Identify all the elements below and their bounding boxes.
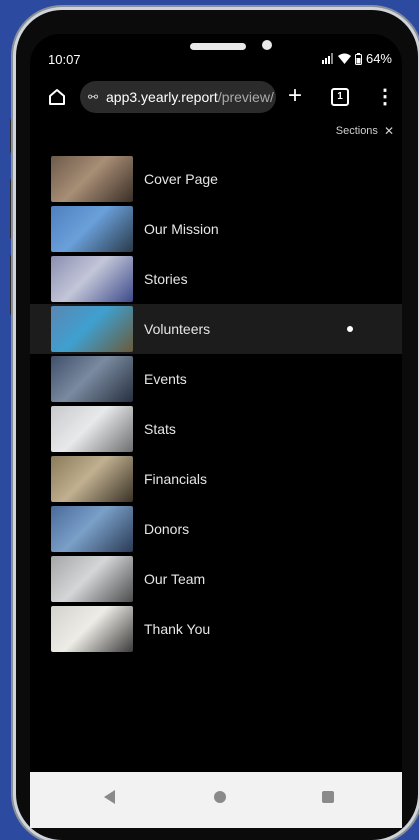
section-item[interactable]: Stats — [30, 404, 402, 454]
wifi-icon — [337, 53, 351, 64]
status-bar: 10:07 64% — [30, 34, 402, 74]
more-menu-icon[interactable]: ⋮ — [375, 84, 395, 109]
sections-header: Sections ✕ — [336, 124, 394, 138]
url-path: /preview/ — [217, 89, 274, 105]
status-time: 10:07 — [48, 52, 81, 67]
sections-list: Cover Page Our Mission Stories Volunteers Ev… — [30, 154, 402, 654]
close-icon[interactable]: ✕ — [384, 124, 394, 138]
section-label: Events — [144, 371, 187, 387]
url-domain: app3.yearly.report — [106, 89, 218, 105]
section-item[interactable]: Financials — [30, 454, 402, 504]
section-label: Financials — [144, 471, 208, 487]
url-text: app3.yearly.report/preview/ — [106, 81, 274, 113]
active-indicator — [347, 326, 353, 332]
site-settings-icon[interactable]: ⚯ — [88, 81, 98, 113]
section-item[interactable]: Stories — [30, 254, 402, 304]
battery-icon — [354, 52, 362, 65]
url-bar[interactable]: ⚯ app3.yearly.report/preview/ — [80, 81, 276, 113]
section-label: Volunteers — [144, 321, 211, 337]
battery-percent: 64% — [365, 51, 392, 66]
section-thumbnail — [51, 156, 133, 202]
browser-toolbar: ⚯ app3.yearly.report/preview/ + 1 ⋮ — [30, 80, 402, 120]
system-nav-bar — [30, 772, 402, 828]
section-thumbnail — [51, 506, 133, 552]
section-item[interactable]: Thank You — [30, 604, 402, 654]
section-label: Our Team — [144, 571, 206, 587]
section-item[interactable]: Our Mission — [30, 204, 402, 254]
camera-dot — [262, 40, 272, 50]
section-label: Thank You — [144, 621, 211, 637]
section-label: Donors — [144, 521, 190, 537]
tab-switcher-button[interactable]: 1 — [331, 88, 349, 106]
recents-icon[interactable] — [322, 791, 334, 803]
home-circle-icon[interactable] — [214, 791, 226, 803]
section-item[interactable]: Volunteers — [30, 304, 402, 354]
section-label: Our Mission — [144, 221, 219, 237]
section-item[interactable]: Donors — [30, 504, 402, 554]
section-thumbnail — [51, 356, 133, 402]
section-item[interactable]: Our Team — [30, 554, 402, 604]
home-icon[interactable] — [48, 88, 66, 106]
section-thumbnail — [51, 206, 133, 252]
section-label: Stats — [144, 421, 176, 437]
section-thumbnail — [51, 606, 133, 652]
signal-icon — [321, 53, 333, 64]
section-label: Stories — [144, 271, 188, 287]
section-thumbnail — [51, 256, 133, 302]
section-item[interactable]: Events — [30, 354, 402, 404]
back-icon[interactable] — [104, 790, 115, 804]
status-icons: 64% — [321, 51, 392, 66]
section-thumbnail — [51, 556, 133, 602]
section-thumbnail — [51, 456, 133, 502]
section-thumbnail — [51, 306, 133, 352]
section-thumbnail — [51, 406, 133, 452]
sections-title: Sections — [335, 125, 378, 137]
section-item[interactable]: Cover Page — [30, 154, 402, 204]
phone-screen: 10:07 64% ⚯ app3.yearly.report/preview/ — [30, 34, 402, 828]
new-tab-icon[interactable]: + — [288, 82, 302, 110]
speaker-pill — [190, 43, 246, 50]
section-label: Cover Page — [144, 171, 218, 187]
